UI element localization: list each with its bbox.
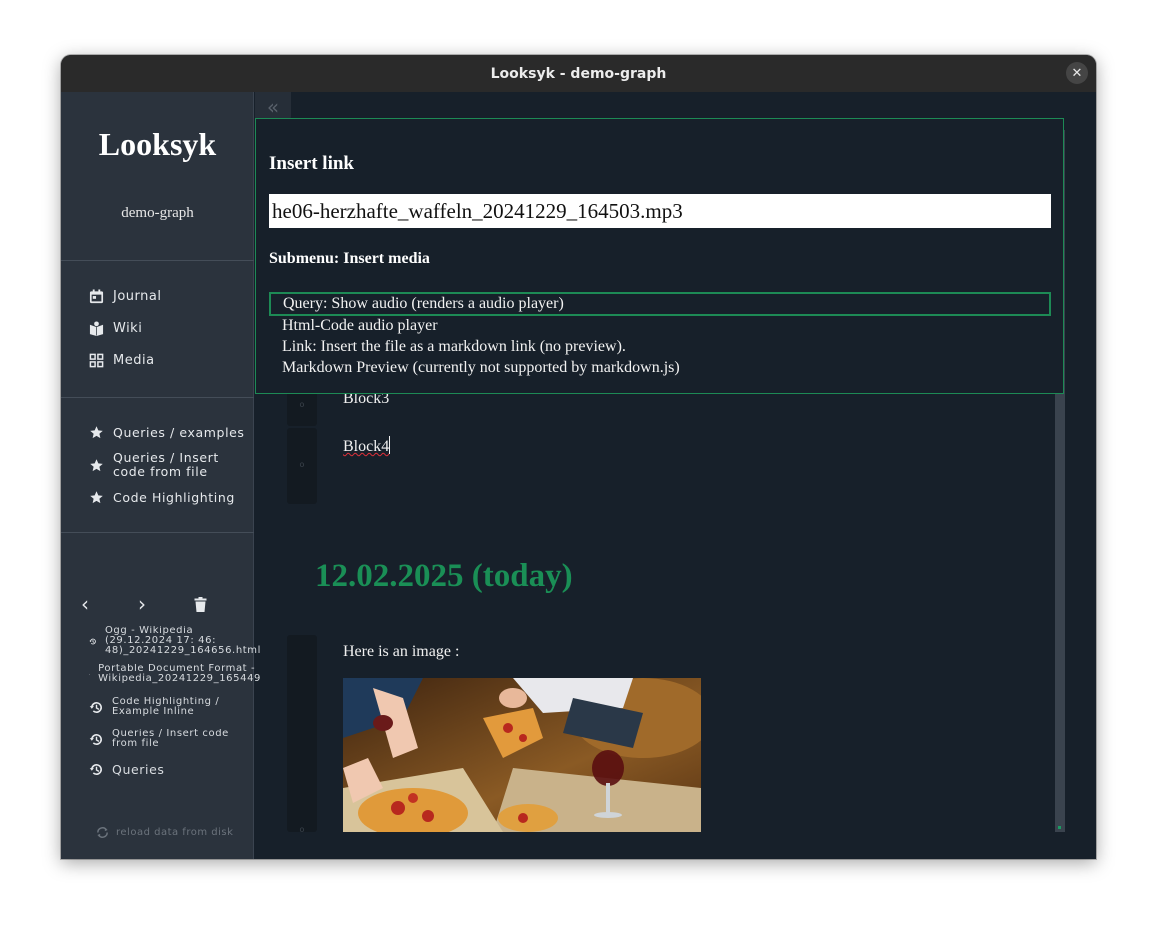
link-input[interactable] (269, 194, 1051, 228)
history-controls: ‹ › (81, 594, 231, 616)
favourite-item-code-highlighting[interactable]: Code Highlighting (89, 490, 235, 505)
close-window-button[interactable]: ✕ (1066, 62, 1088, 84)
grid-icon (89, 353, 104, 368)
block-editor-active[interactable]: Block4 (343, 436, 391, 456)
favourite-label: Queries / Insert code from file (113, 450, 219, 479)
pizza-photo (343, 678, 701, 832)
history-item-label: Portable Document Format - Wikipedia_202… (98, 664, 261, 684)
favourite-label: Queries / examples (113, 424, 245, 440)
journal-day-title: 12.02.2025 (today) (315, 558, 573, 594)
history-icon (89, 733, 102, 745)
star-icon (90, 426, 103, 439)
app-name: Looksyk (98, 126, 217, 162)
sidebar-item-label: Media (113, 353, 155, 368)
history-back-button[interactable]: ‹ (81, 594, 89, 614)
submenu-option-show-audio[interactable]: Query: Show audio (renders a audio playe… (269, 292, 1051, 316)
dialog-title: Insert link (269, 153, 354, 174)
block-handle-icon: o (299, 400, 305, 409)
block-gutter[interactable]: o (287, 428, 317, 504)
submenu-title: Submenu: Insert media (269, 250, 430, 267)
sidebar-item-journal[interactable]: Journal (89, 289, 161, 304)
history-icon (89, 701, 102, 713)
clear-history-button[interactable] (194, 597, 207, 616)
history-item-label: Code Highlighting / Example Inline (112, 697, 220, 717)
app-window: Looksyk - demo-graph ✕ Looksyk demo-grap… (61, 55, 1096, 859)
history-icon (89, 764, 102, 776)
block-text: Block4 (343, 438, 390, 455)
graph-name: demo-graph (121, 205, 194, 221)
sidebar-divider (61, 397, 254, 398)
window-title: Looksyk - demo-graph (490, 65, 667, 82)
history-icon (89, 638, 96, 644)
refresh-icon (97, 827, 108, 838)
history-item[interactable]: Ogg - Wikipedia (29.12.2024 17: 46: 48)_… (89, 626, 261, 656)
pizza-image (343, 678, 701, 832)
reload-button[interactable]: reload data from disk (95, 825, 233, 840)
star-icon (90, 491, 103, 504)
submenu-option-markdown-preview[interactable]: Markdown Preview (currently not supporte… (269, 358, 1051, 382)
history-item[interactable]: Portable Document Format - Wikipedia_202… (89, 664, 261, 684)
title-bar: Looksyk - demo-graph ✕ (61, 55, 1096, 92)
block-handle-icon: o (299, 825, 305, 834)
sidebar: Looksyk demo-graph Journal Wiki Media Qu… (61, 92, 260, 859)
history-item-label: Queries (112, 762, 165, 777)
close-icon: ✕ (1071, 65, 1083, 81)
sidebar-item-label: Wiki (113, 321, 143, 336)
sidebar-item-wiki[interactable]: Wiki (89, 321, 142, 336)
history-icon (89, 673, 90, 675)
history-item-label: Queries / Insert code from file (112, 729, 229, 749)
calendar-icon (89, 289, 104, 304)
trash-icon (194, 597, 207, 612)
star-icon (90, 458, 103, 471)
reload-label: reload data from disk (116, 827, 234, 838)
history-item[interactable]: Queries / Insert code from file (89, 729, 261, 749)
sidebar-divider (61, 260, 254, 261)
history-item[interactable]: Code Highlighting / Example Inline (89, 697, 261, 717)
favourite-label: Code Highlighting (113, 489, 235, 505)
favourite-item-queries-insert-code[interactable]: Queries / Insert code from file (89, 451, 219, 479)
block-handle-icon: o (299, 460, 305, 469)
text-caret (389, 436, 391, 454)
sidebar-divider (61, 532, 254, 533)
block-gutter[interactable]: o (287, 635, 317, 834)
history-item-label: Ogg - Wikipedia (29.12.2024 17: 46: 48)_… (104, 626, 261, 656)
favourite-item-queries-examples[interactable]: Queries / examples (89, 425, 245, 440)
scrollbar-end-marker (1058, 826, 1061, 829)
sidebar-item-label: Journal (113, 289, 162, 304)
history-forward-button[interactable]: › (138, 594, 146, 614)
block-text[interactable]: Here is an image : (343, 643, 459, 661)
main-content: « o Block3 o Block4 12.02.2025 (today) o… (255, 92, 1096, 859)
insert-link-dialog: Insert link Submenu: Insert media Query:… (255, 118, 1064, 394)
history-item[interactable]: Queries (89, 762, 261, 777)
book-icon (89, 321, 104, 336)
sidebar-item-media[interactable]: Media (89, 353, 155, 368)
double-chevron-left-icon: « (266, 95, 280, 119)
